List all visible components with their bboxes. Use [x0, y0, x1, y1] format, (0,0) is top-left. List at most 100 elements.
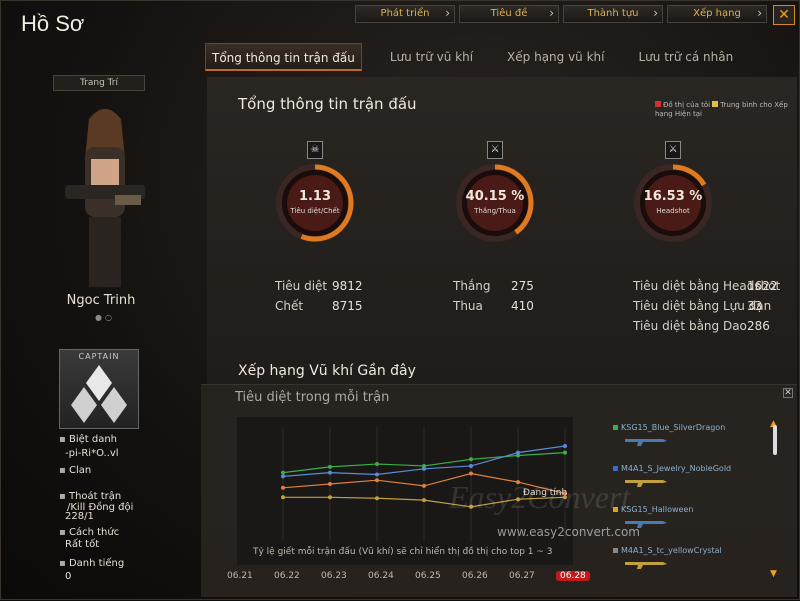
wins-label: Thắng	[453, 279, 491, 293]
profile-window: Hồ Sơ Phát triển Tiêu đề Thành tựu Xếp h…	[0, 0, 800, 600]
character-name: Ngoc Trinh	[66, 293, 136, 308]
date-tick[interactable]: 06.22	[274, 571, 300, 581]
tab-weapon-storage[interactable]: Lưu trữ vũ khí	[384, 43, 479, 71]
headshot-kills-value: 1622	[747, 279, 778, 293]
gauge-label: Tiêu diệt/Chết	[290, 207, 340, 215]
character-panel: Trang Trí Ngoc Trinh ●○ CAPTAIN Biệt dan…	[1, 41, 201, 601]
gauge-value: 16.53 %	[643, 189, 703, 204]
data-point	[328, 495, 332, 500]
date-tick[interactable]: 06.23	[321, 571, 347, 581]
losses-value: 410	[511, 299, 534, 313]
data-point	[469, 471, 473, 476]
kills-value: 9812	[332, 279, 363, 293]
data-point	[422, 466, 426, 471]
tab-bar: Tổng thông tin trận đấu Lưu trữ vũ khí X…	[205, 43, 761, 71]
gauge-label: Headshot	[656, 207, 690, 215]
tab-personal-storage[interactable]: Lưu trữ cá nhân	[633, 43, 740, 71]
data-point	[375, 462, 379, 467]
weapon-icon	[625, 562, 667, 569]
gauge-value: 40.15 %	[465, 189, 525, 204]
weapon-color-swatch	[613, 425, 618, 430]
top-nav: Phát triển Tiêu đề Thành tựu Xếp hạng	[355, 5, 767, 23]
scrollbar-thumb[interactable]	[773, 425, 777, 455]
knife-kills-value: 286	[747, 319, 770, 333]
date-tick[interactable]: 06.25	[415, 571, 441, 581]
data-point	[281, 495, 285, 500]
gauge-label: Thắng/Thua	[474, 207, 516, 215]
date-tick[interactable]: 06.26	[462, 571, 488, 581]
tab-weapon-ranking[interactable]: Xếp hạng vũ khí	[501, 43, 610, 71]
date-tick[interactable]: 06.21	[227, 571, 253, 581]
gauge-value: 1.13	[298, 189, 332, 204]
alias-value: -pi-Ri*O..vl	[65, 448, 119, 459]
chart-note: Tỷ lệ giết mỗi trận đấu (Vũ khí) sẽ chỉ …	[253, 547, 553, 557]
style-value: Rất tốt	[65, 539, 100, 550]
close-button[interactable]: ✕	[773, 5, 795, 25]
data-point	[328, 482, 332, 486]
page-dots[interactable]: ●○	[95, 313, 115, 322]
date-tick[interactable]: 06.28	[556, 571, 590, 581]
weapon-icon	[625, 439, 667, 446]
scroll-down-arrow[interactable]: ▼	[770, 569, 777, 579]
recent-ranking-title: Xếp hạng Vũ khí Gần đây	[238, 363, 416, 379]
data-point	[375, 478, 379, 483]
watermark-logo: Easy2Convert	[449, 479, 631, 515]
data-point	[469, 463, 473, 468]
weapon-color-swatch	[613, 466, 618, 471]
decorate-button[interactable]: Trang Trí	[53, 75, 145, 91]
data-point	[328, 464, 332, 469]
date-tick[interactable]: 06.24	[368, 571, 394, 581]
nav-titles[interactable]: Tiêu đề	[459, 5, 559, 23]
data-point	[328, 470, 332, 475]
data-point	[375, 472, 379, 477]
alias-label: Biệt danh	[59, 434, 117, 445]
style-label: Cách thức	[59, 527, 119, 538]
weapon-label: M4A1_S_tc_yellowCrystal	[621, 546, 722, 555]
wins-value: 275	[511, 279, 534, 293]
fame-value: 0	[65, 571, 72, 582]
quit-value: 228/1	[65, 511, 94, 522]
weapon-label: M4A1_S_Jewelry_NobleGold	[621, 464, 732, 473]
skull-icon: ☠	[307, 141, 323, 159]
chart-legend: Đồ thị của tôi Trung bình cho Xếp hạng H…	[655, 101, 791, 119]
deaths-value: 8715	[332, 299, 363, 313]
date-tick[interactable]: 06.27	[509, 571, 535, 581]
panel-title: Tiêu diệt trong mỗi trận	[235, 390, 390, 405]
weapon-label: KSG15_Blue_SilverDragon	[621, 423, 726, 432]
tab-match-overview[interactable]: Tổng thông tin trận đấu	[205, 43, 362, 71]
page-title: Hồ Sơ	[21, 11, 85, 36]
nav-achievements[interactable]: Thành tựu	[563, 5, 663, 23]
weapon-name[interactable]: M4A1_S_tc_yellowCrystal	[613, 546, 722, 555]
weapon-label: KSG15_Halloween	[621, 505, 694, 514]
deaths-label: Chết	[275, 299, 304, 313]
character-portrait	[65, 109, 145, 287]
watermark-url: www.easy2convert.com	[497, 525, 640, 539]
losses-label: Thua	[453, 299, 483, 313]
legend-mine: Đồ thị của tôi	[663, 101, 711, 109]
date-axis: 06.21 06.22 06.23 06.24 06.25 06.26 06.27 06.28	[227, 571, 597, 583]
data-point	[281, 474, 285, 479]
quit-label: Thoát trận	[59, 491, 121, 502]
badge-caption: CAPTAIN	[78, 352, 120, 361]
data-point	[469, 457, 473, 462]
weapon-name[interactable]: M4A1_S_Jewelry_NobleGold	[613, 464, 731, 473]
nav-ranking[interactable]: Xếp hạng	[667, 5, 767, 23]
fame-label: Danh tiếng	[59, 558, 124, 569]
data-point	[281, 470, 285, 475]
data-point	[375, 496, 379, 501]
weapon-color-swatch	[613, 548, 618, 553]
legend-mine-swatch	[655, 101, 661, 107]
grenade-kills-value: 33	[747, 299, 763, 313]
knife-icon: ⚔	[665, 141, 681, 159]
panel-close-button[interactable]: ✕	[783, 388, 793, 398]
chevron-rank-icon	[71, 365, 127, 423]
clan-label: Clan	[59, 465, 91, 476]
weapon-name[interactable]: KSG15_Blue_SilverDragon	[613, 423, 725, 432]
kills-label: Tiêu diệt	[275, 279, 328, 293]
knife-kills-label: Tiêu diệt bằng Dao	[633, 319, 747, 333]
data-point	[516, 450, 520, 455]
data-point	[422, 498, 426, 503]
data-point	[563, 450, 567, 455]
data-point	[563, 444, 567, 448]
nav-development[interactable]: Phát triển	[355, 5, 455, 23]
